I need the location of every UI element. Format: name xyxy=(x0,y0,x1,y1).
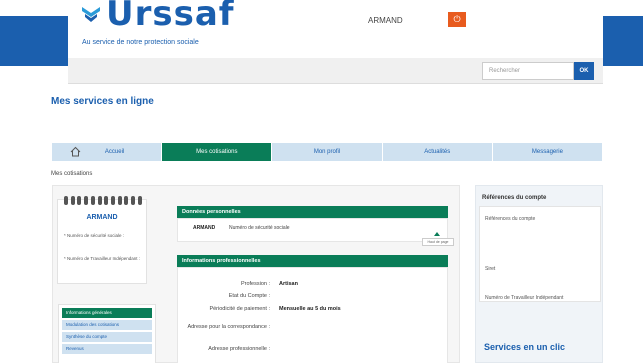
menu-item-modulation[interactable]: Modulation des cotisations xyxy=(62,320,152,330)
side-menu: Informations générales Modulation des co… xyxy=(58,304,156,363)
account-state-label: Etat du Compte : xyxy=(228,293,270,299)
pro-section-header: Informations professionnelles xyxy=(177,255,448,267)
tab-messagerie[interactable]: Messagerie xyxy=(492,143,604,161)
card-ti-label: * Numéro de Travailleur Indépendant : xyxy=(64,256,141,261)
logo-text[interactable]: Urssaf xyxy=(106,0,235,34)
tab-label: Mon profil xyxy=(313,149,341,155)
periodicity-label: Périodicité de paiement : xyxy=(209,306,270,312)
menu-item-informations[interactable]: Informations générales xyxy=(62,308,152,318)
personal-section-header: Données personnelles xyxy=(177,206,448,218)
account-refs-title: Références du compte xyxy=(482,195,547,201)
card-name: ARMAND xyxy=(86,214,118,221)
home-icon xyxy=(70,146,81,157)
profession-label: Profession : xyxy=(240,281,270,287)
urssaf-logo-icon[interactable] xyxy=(80,5,102,23)
search-button[interactable]: OK xyxy=(574,62,594,80)
personal-section-body xyxy=(177,218,448,242)
correspondence-address-label: Adresse pour la correspondance : xyxy=(187,324,270,330)
left-blue-band xyxy=(0,16,68,66)
power-icon: ⏻ xyxy=(453,14,461,24)
right-blue-band xyxy=(603,16,643,66)
arrow-up-icon xyxy=(434,232,440,236)
page-title: Mes services en ligne xyxy=(51,96,154,107)
siret-label: Siret xyxy=(485,266,496,272)
main-nav: Accueil Mes cotisations Mon profil Actua… xyxy=(52,143,604,161)
tab-label: Mes cotisations xyxy=(196,149,238,155)
account-refs-box: Références du compte Siret Numéro de Tra… xyxy=(479,206,601,302)
right-column: Références du compte Références du compt… xyxy=(475,185,603,363)
card-spiral xyxy=(64,196,142,206)
card-ssn-label: * Numéro de sécurité sociale : xyxy=(64,233,125,238)
periodicity-value: Mensuelle au 5 du mois xyxy=(279,306,341,312)
tab-label: Actualités xyxy=(424,149,451,155)
logo-tagline: Au service de notre protection sociale xyxy=(82,39,199,46)
content-panel: ARMAND * Numéro de sécurité sociale : * … xyxy=(52,185,460,363)
breadcrumb: Mes cotisations xyxy=(51,171,93,177)
tab-mon-profil[interactable]: Mon profil xyxy=(272,143,383,161)
profession-value: Artisan xyxy=(279,281,298,287)
ti-number-label: Numéro de Travailleur Indépendant xyxy=(485,295,564,301)
menu-item-revenus[interactable]: Revenus xyxy=(62,344,152,354)
page: Urssaf Au service de notre protection so… xyxy=(51,0,604,363)
profile-card: ARMAND * Numéro de sécurité sociale : * … xyxy=(57,196,147,284)
username: ARMAND xyxy=(368,16,403,25)
services-title: Services en un clic xyxy=(484,342,566,352)
pro-address-label: Adresse professionnelle : xyxy=(208,346,270,352)
tab-accueil[interactable]: Accueil xyxy=(52,143,163,161)
search-input[interactable]: Rechercher xyxy=(482,62,574,80)
account-refs-label: Références du compte xyxy=(485,216,536,222)
personal-ssn-label: Numéro de sécurité sociale xyxy=(229,225,290,231)
logout-button[interactable]: ⏻ xyxy=(448,12,466,27)
tab-label: Accueil xyxy=(104,149,125,155)
personal-name: ARMAND xyxy=(193,225,216,231)
tab-label: Messagerie xyxy=(531,149,563,155)
back-to-top-button[interactable]: Haut de page xyxy=(422,238,454,246)
menu-item-synthese[interactable]: Synthèse du compte xyxy=(62,332,152,342)
tab-actualites[interactable]: Actualités xyxy=(382,143,493,161)
tab-mes-cotisations[interactable]: Mes cotisations xyxy=(162,143,273,161)
